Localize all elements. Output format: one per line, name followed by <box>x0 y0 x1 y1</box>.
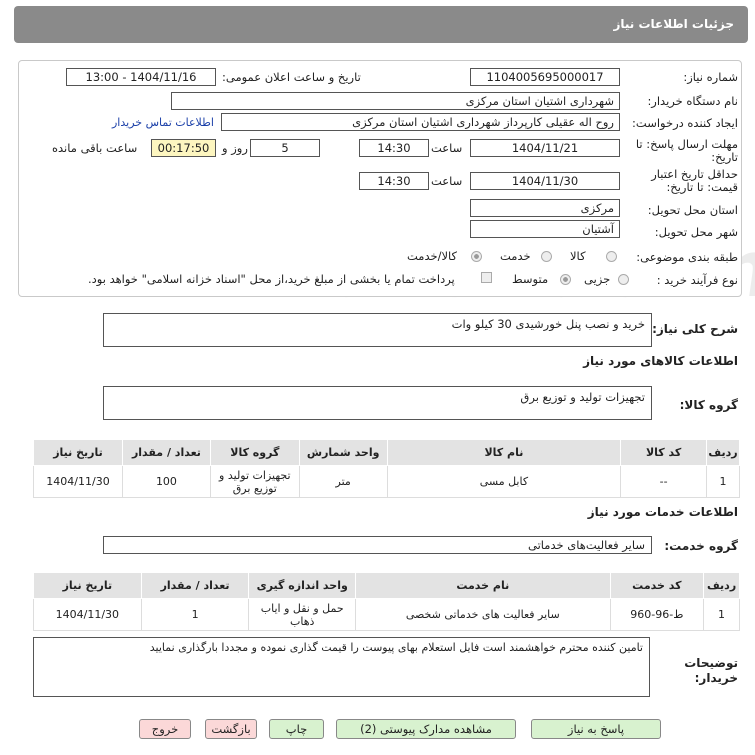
validity-date-field: 1404/11/30 <box>470 172 620 190</box>
province-field: مرکزی <box>470 199 620 217</box>
table-row: 1 ط-96-960 سایر فعالیت های خدماتی شخصی ح… <box>33 598 740 631</box>
services-section-title: اطلاعات خدمات مورد نیاز <box>587 505 738 519</box>
col-group: گروه کالا <box>209 439 300 466</box>
cell-code: ط-96-960 <box>609 598 705 631</box>
purchase-medium-radio[interactable] <box>560 274 571 285</box>
table-row: 1 -- کابل مسی متر تجهیزات تولید و توزیع … <box>33 465 740 498</box>
cell-qty: 100 <box>122 465 211 498</box>
col-name: نام خدمت <box>355 572 611 599</box>
description-field: خرید و نصب پنل خورشیدی 30 کیلو وات <box>103 313 652 347</box>
cell-qty: 1 <box>140 598 250 631</box>
description-label: شرح کلی نیاز: <box>652 322 738 336</box>
col-date: تاریخ نیاز <box>33 572 142 599</box>
cell-index: 1 <box>703 598 740 631</box>
cell-unit: متر <box>298 465 388 498</box>
cell-index: 1 <box>706 465 740 498</box>
col-qty: تعداد / مقدار <box>140 572 250 599</box>
services-group-label: گروه خدمت: <box>664 539 738 553</box>
goods-section-title: اطلاعات کالاهای مورد نیاز <box>583 354 738 368</box>
goods-table-header: ردیف کد کالا نام کالا واحد شمارش گروه کا… <box>33 439 740 466</box>
category-both-radio[interactable] <box>471 251 482 262</box>
remaining-time-field: 00:17:50 <box>151 139 216 157</box>
deadline-label: مهلت ارسال پاسخ: تا <box>635 137 738 151</box>
col-code: کد خدمت <box>609 572 705 599</box>
notes-label: توضیحات <box>684 656 738 670</box>
province-label: استان محل تحویل: <box>647 203 738 217</box>
creator-label: ایجاد کننده درخواست: <box>632 116 738 130</box>
cell-name: سایر فعالیت های خدماتی شخصی <box>355 598 611 631</box>
deadline-time-label: ساعت <box>431 141 463 155</box>
services-table-header: ردیف کد خدمت نام خدمت واحد اندازه گیری ت… <box>33 572 740 599</box>
col-code: کد کالا <box>620 439 708 466</box>
announce-label: تاریخ و ساعت اعلان عمومی: <box>222 70 361 84</box>
remaining-label: ساعت باقی مانده <box>52 141 138 155</box>
view-attachments-button[interactable]: مشاهده مدارک پیوستی (2) <box>336 719 516 739</box>
deadline-date-field: 1404/11/21 <box>470 139 620 157</box>
payment-note: پرداخت تمام یا بخشی از مبلغ خرید،از محل … <box>88 272 455 286</box>
buyer-org-field: شهرداری اشتیان استان مرکزی <box>171 92 620 110</box>
validity-time-field: 14:30 <box>359 172 429 190</box>
purchase-minor-label: جزیی <box>584 272 611 286</box>
services-group-field: سایر فعالیت‌های خدماتی <box>103 536 652 554</box>
col-unit: واحد اندازه گیری <box>248 572 357 599</box>
need-number-field: 1104005695000017 <box>470 68 620 86</box>
min-validity-label-2: قیمت: تا تاریخ: <box>666 180 738 194</box>
need-number-label: شماره نیاز: <box>683 70 738 84</box>
cell-name: کابل مسی <box>386 465 622 498</box>
col-qty: تعداد / مقدار <box>122 439 211 466</box>
back-button[interactable]: بازگشت <box>205 719 257 739</box>
category-goods-radio[interactable] <box>606 251 617 262</box>
col-date: تاریخ نیاز <box>33 439 123 466</box>
deadline-time-field: 14:30 <box>359 139 429 157</box>
city-label: شهر محل تحویل: <box>654 225 738 239</box>
cell-date: 1404/11/30 <box>33 598 142 631</box>
city-field: آشتیان <box>470 220 620 238</box>
creator-field: روح اله عقیلی کارپرداز شهرداری اشتیان اس… <box>221 113 620 131</box>
notes-field: تامین کننده محترم خواهشمند است فایل استع… <box>33 637 650 697</box>
goods-group-field: تجهیزات تولید و توزیع برق <box>103 386 652 420</box>
purchase-type-label: نوع فرآیند خرید : <box>656 273 738 287</box>
days-label: روز و <box>222 141 248 155</box>
category-service-label: خدمت <box>500 249 531 263</box>
min-validity-label: حداقل تاریخ اعتبار <box>651 167 738 181</box>
category-label: طبقه بندی موضوعی: <box>636 250 738 264</box>
notes-label-2: خریدار: <box>694 671 738 685</box>
category-both-label: کالا/خدمت <box>407 249 458 263</box>
buyer-org-label: نام دستگاه خریدار: <box>647 94 738 108</box>
purchase-medium-label: متوسط <box>512 272 549 286</box>
announce-field: 1404/11/16 - 13:00 <box>66 68 216 86</box>
reply-button[interactable]: پاسخ به نیاز <box>531 719 661 739</box>
days-field: 5 <box>250 139 320 157</box>
validity-time-label: ساعت <box>431 174 463 188</box>
col-index: ردیف <box>703 572 740 599</box>
goods-table: ردیف کد کالا نام کالا واحد شمارش گروه کا… <box>33 439 740 498</box>
goods-group-label: گروه کالا: <box>679 398 738 412</box>
print-button[interactable]: چاپ <box>269 719 324 739</box>
page-title: جزئیات اطلاعات نیاز <box>613 17 734 31</box>
treasury-checkbox[interactable] <box>481 272 492 283</box>
category-goods-label: کالا <box>570 249 586 263</box>
cell-date: 1404/11/30 <box>33 465 123 498</box>
cell-group: تجهیزات تولید و توزیع برق <box>209 465 300 498</box>
category-service-radio[interactable] <box>541 251 552 262</box>
col-index: ردیف <box>706 439 740 466</box>
services-table: ردیف کد خدمت نام خدمت واحد اندازه گیری ت… <box>33 572 740 631</box>
page-header: جزئیات اطلاعات نیاز <box>14 6 748 43</box>
deadline-label-2: تاریخ: <box>711 150 738 164</box>
purchase-minor-radio[interactable] <box>618 274 629 285</box>
cell-unit: حمل و نقل و ایاب ذهاب <box>248 598 357 631</box>
col-unit: واحد شمارش <box>298 439 388 466</box>
cell-code: -- <box>620 465 708 498</box>
exit-button[interactable]: خروج <box>139 719 191 739</box>
col-name: نام کالا <box>386 439 622 466</box>
contact-buyer-link[interactable]: اطلاعات تماس خریدار <box>112 116 214 129</box>
